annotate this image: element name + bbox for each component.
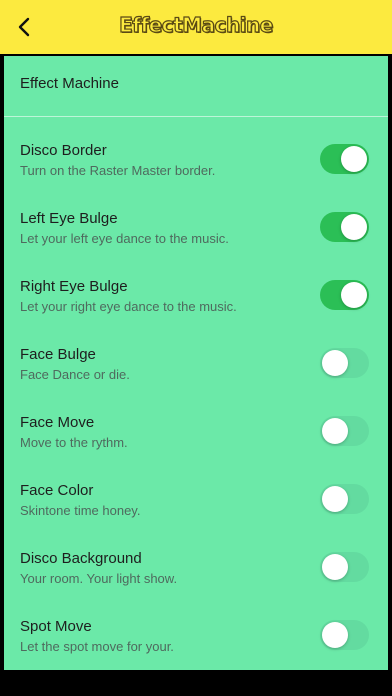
setting-subtitle: Your room. Your light show. [20,571,178,586]
toggle-disco-background[interactable] [320,552,369,582]
setting-subtitle: Let your left eye dance to the music. [20,231,229,246]
setting-title: Disco Border [20,142,107,159]
setting-subtitle: Face Dance or die. [20,367,130,382]
divider [4,116,388,117]
settings-panel: Effect Machine Disco Border Turn on the … [4,56,388,670]
app-header: EffectMachine [0,0,392,54]
setting-title: Face Bulge [20,346,96,363]
setting-title: Spot Move [20,618,92,635]
setting-title: Right Eye Bulge [20,278,128,295]
toggle-knob [322,486,348,512]
toggle-knob [341,282,367,308]
setting-title: Disco Background [20,550,142,567]
toggle-knob [341,146,367,172]
toggle-knob [322,418,348,444]
toggle-face-color[interactable] [320,484,369,514]
toggle-spot-move[interactable] [320,620,369,650]
toggle-disco-border[interactable] [320,144,369,174]
setting-title: Face Move [20,414,95,431]
toggle-left-eye-bulge[interactable] [320,212,369,242]
toggle-face-move[interactable] [320,416,369,446]
toggle-knob [322,350,348,376]
toggle-face-bulge[interactable] [320,348,369,378]
setting-subtitle: Let the spot move for your. [20,639,174,654]
panel-heading: Effect Machine [20,75,119,92]
toggle-knob [322,554,348,580]
setting-subtitle: Turn on the Raster Master border. [20,163,216,178]
toggle-knob [322,622,348,648]
page-title: EffectMachine [119,12,274,37]
toggle-right-eye-bulge[interactable] [320,280,369,310]
setting-subtitle: Skintone time honey. [20,503,141,518]
setting-title: Face Color [20,482,94,499]
setting-subtitle: Move to the rythm. [20,435,128,450]
setting-subtitle: Let your right eye dance to the music. [20,299,237,314]
toggle-knob [341,214,367,240]
setting-title: Left Eye Bulge [20,210,118,227]
